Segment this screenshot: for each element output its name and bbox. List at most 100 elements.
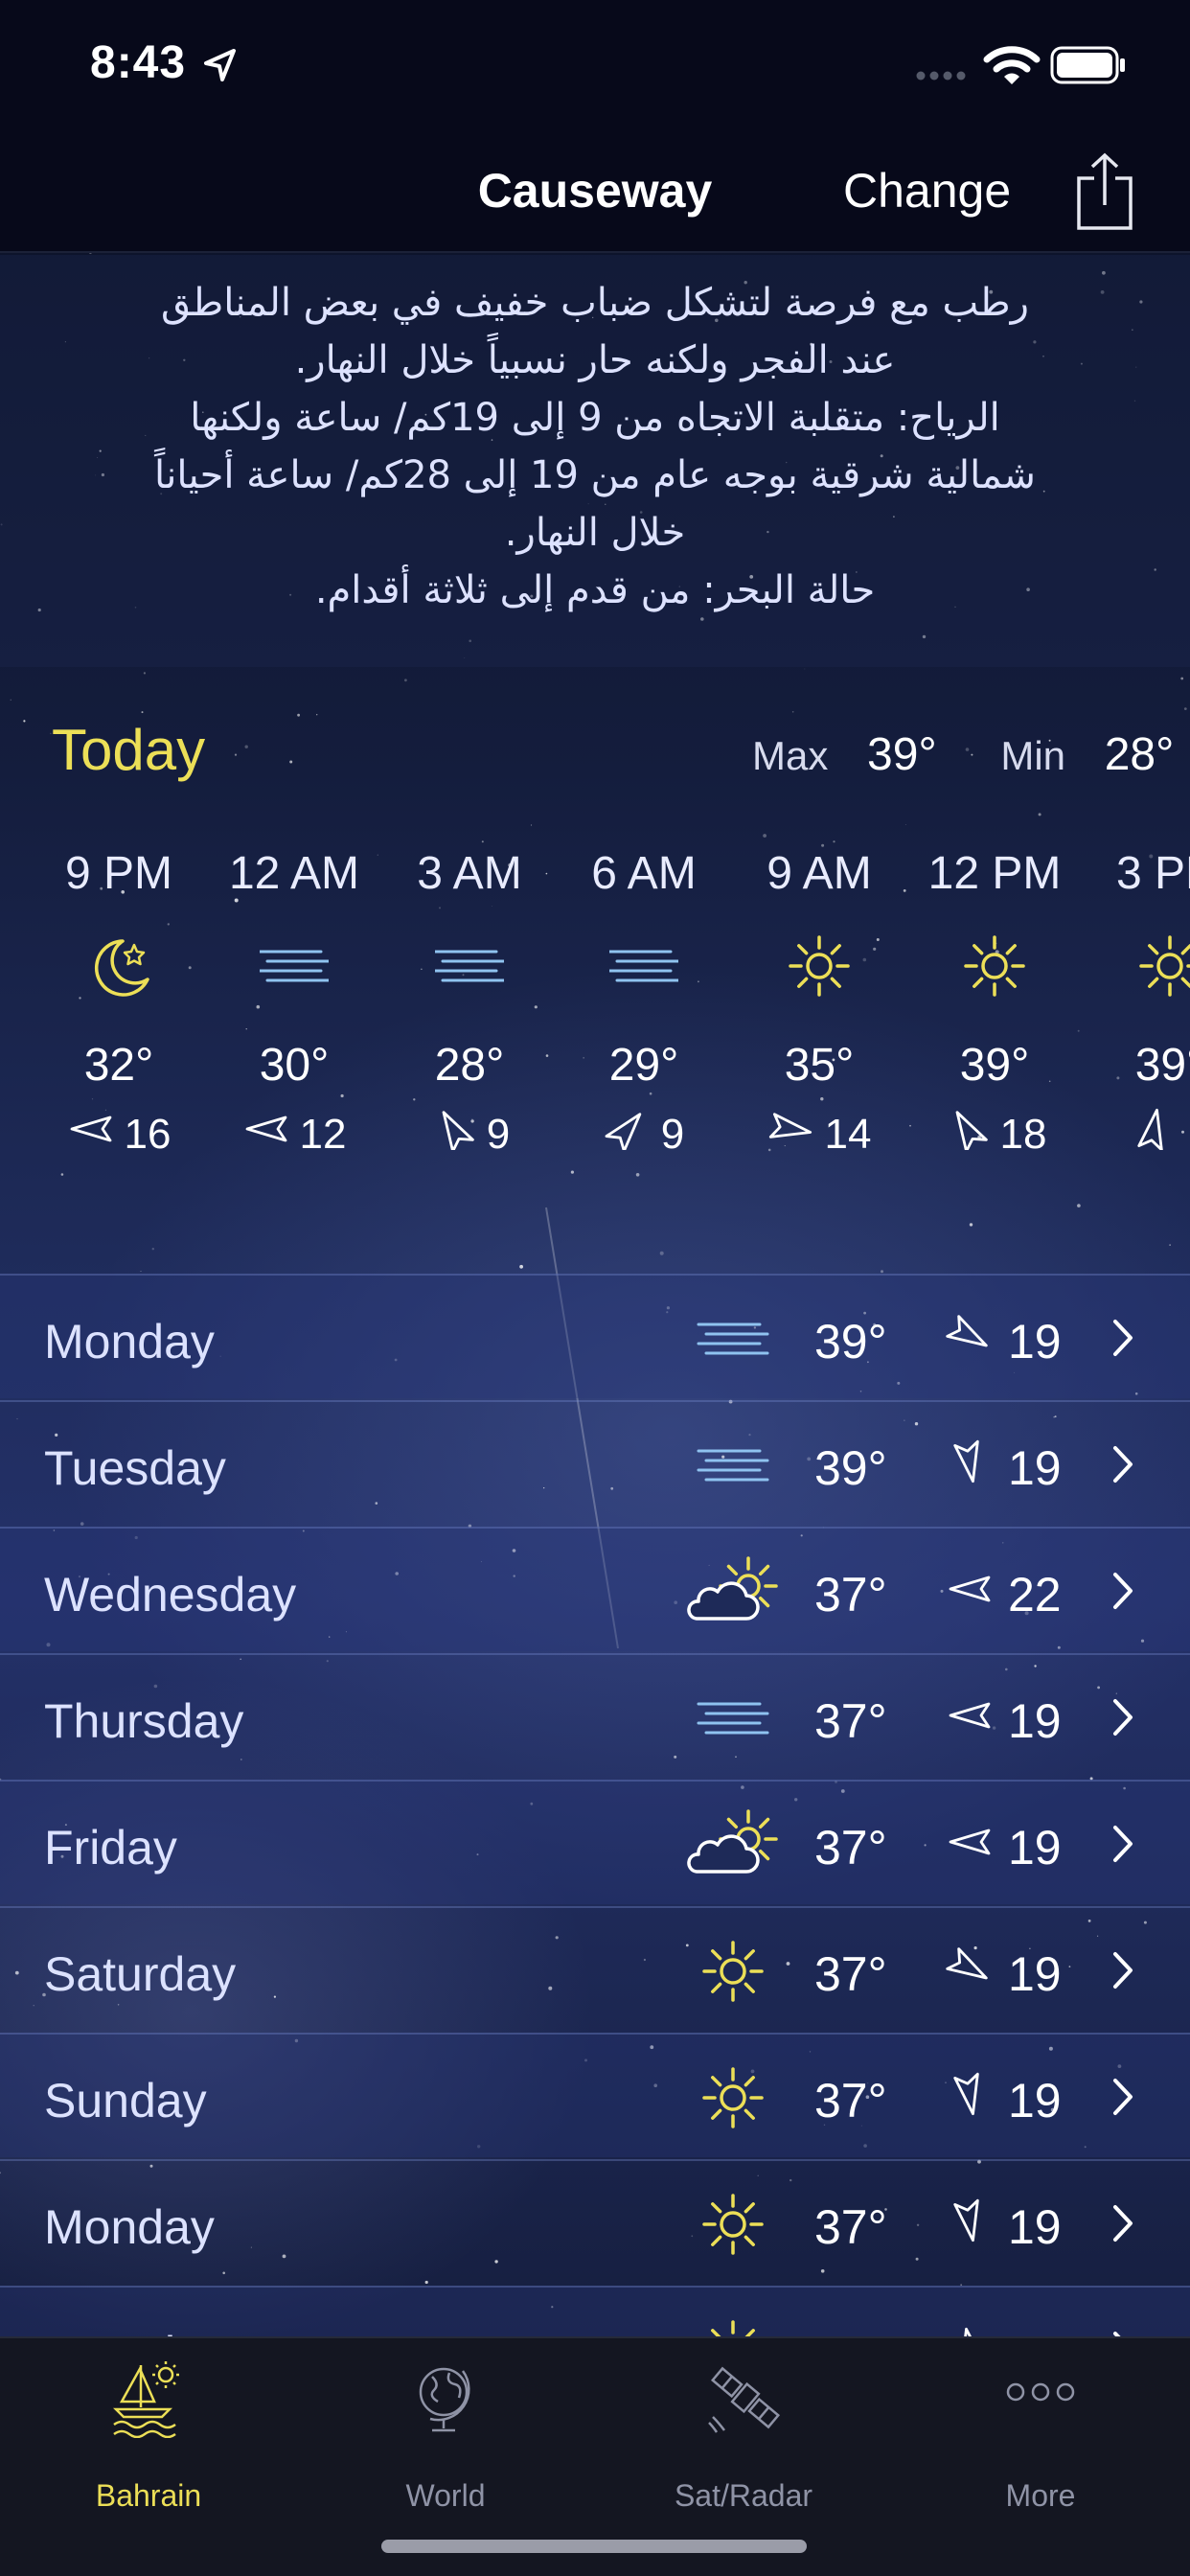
day-temp: 37° [814, 1947, 887, 2001]
hour-wind: 14 [733, 1108, 905, 1161]
globe-icon [419, 2367, 470, 2432]
change-location-button[interactable]: Change [843, 163, 1011, 218]
wifi-icon [983, 46, 1041, 84]
wind-direction-icon [946, 1315, 988, 1347]
tab-label: World [405, 2478, 486, 2513]
chevron-right-icon [1113, 1952, 1133, 1989]
sun-icon [702, 1941, 764, 2002]
day-wind-speed: 19 [1008, 1947, 1062, 2001]
daily-row[interactable]: Wednesday 37° 22 [0, 1527, 1190, 1651]
min-temp: 28° [1104, 729, 1175, 780]
hour-temp: 28° [434, 1040, 505, 1091]
wind-direction-icon [953, 2198, 979, 2242]
daily-row[interactable]: Friday 37° 19 [0, 1780, 1190, 1904]
daily-row[interactable]: Tuesday 39° 19 [0, 1400, 1190, 1525]
day-icon [685, 1682, 781, 1755]
hour-temp: 39° [1134, 1040, 1190, 1091]
tab-label: Sat/Radar [674, 2478, 813, 2513]
day-icon [685, 2061, 781, 2134]
tab-label: More [1005, 2478, 1076, 2513]
day-wind-speed: 22 [1008, 1568, 1062, 1622]
wind-direction-icon [949, 1576, 991, 1602]
daily-row[interactable]: Monday 39° 19 [0, 1274, 1190, 1398]
day-name: Saturday [44, 1947, 237, 2001]
sun-icon [702, 2067, 764, 2128]
hour-time: 12 AM [228, 848, 360, 899]
hour-wind-speed: 14 [824, 1110, 872, 1158]
day-icon [685, 1429, 781, 1502]
wind-direction-icon [605, 1113, 642, 1153]
day-temp: 39° [814, 1315, 887, 1368]
tab-label: Bahrain [95, 2478, 202, 2513]
forecast-line: رطب مع فرصة لتشكل ضباب خفيف في بعض المنا… [161, 281, 1029, 325]
hour-time: 12 PM [927, 848, 1062, 899]
day-temp: 37° [814, 2200, 887, 2254]
day-name: Thursday [44, 1694, 244, 1748]
wind-direction-icon [955, 1111, 988, 1153]
day-name: Friday [44, 1821, 177, 1874]
day-wind-direction [944, 2196, 995, 2247]
hour-icon [785, 932, 854, 1000]
day-wind-direction [944, 1437, 995, 1488]
haze-icon [697, 1449, 769, 1482]
hour-time: 3 AM [417, 848, 522, 899]
day-wind-direction [944, 1563, 995, 1615]
daily-row[interactable]: Saturday 37° 19 [0, 1906, 1190, 2031]
wind-direction-icon [953, 2072, 979, 2116]
hour-icon [84, 932, 153, 1000]
location-arrow-icon [204, 49, 236, 81]
forecast-line: عند الفجر ولكنه حار نسبياً خلال النهار. [294, 338, 896, 382]
hour-icon [433, 932, 506, 1000]
day-icon [685, 1555, 781, 1628]
day-wind-direction [944, 1943, 995, 1994]
day-temp: 37° [814, 1568, 887, 1622]
hour-wind: 1 [1084, 1108, 1190, 1161]
chevron-right-icon [1113, 1699, 1133, 1736]
wind-direction-icon [768, 1113, 812, 1138]
hour-time: 9 AM [767, 848, 872, 899]
hour-temp: 32° [83, 1040, 154, 1091]
haze-icon [697, 1702, 769, 1735]
hour-temp: 39° [959, 1040, 1030, 1091]
battery-icon [1050, 46, 1125, 84]
moon-star-icon [94, 939, 149, 997]
hour-wind-speed: 18 [999, 1110, 1047, 1158]
day-wind-speed: 19 [1008, 1821, 1062, 1874]
wind-direction-icon [245, 1116, 286, 1142]
day-icon [685, 1302, 781, 1375]
wind-direction-icon [949, 1828, 991, 1855]
daily-row[interactable]: Monday 37° 19 [0, 2159, 1190, 2284]
hour-temp: 30° [259, 1040, 330, 1091]
today-heading: Today [52, 718, 206, 782]
chevron-right-icon [1113, 1320, 1133, 1356]
haze-icon [433, 950, 506, 982]
day-wind-speed: 19 [1008, 2074, 1062, 2128]
signal-dots-icon [916, 71, 966, 80]
day-temp: 37° [814, 2074, 887, 2128]
chevron-right-icon [1113, 1446, 1133, 1483]
status-time: 8:43 [90, 37, 187, 88]
daily-row[interactable]: Sunday 37° 19 [0, 2033, 1190, 2157]
forecast-description: رطب مع فرصة لتشكل ضباب خفيف في بعض المنا… [38, 274, 1152, 619]
home-indicator [381, 2540, 807, 2553]
hour-time: 3 PM [1115, 848, 1190, 899]
hour-wind: 16 [33, 1108, 205, 1161]
sun-icon [702, 2194, 764, 2255]
day-name: Monday [44, 2200, 215, 2254]
day-wind-speed: 19 [1008, 2200, 1062, 2254]
daily-row[interactable]: Thursday 37° 19 [0, 1653, 1190, 1778]
day-icon [685, 1935, 781, 2008]
hour-temp: 29° [608, 1040, 679, 1091]
min-label: Min [1000, 733, 1066, 778]
sun-icon [1139, 935, 1190, 997]
haze-icon [258, 950, 331, 982]
share-icon[interactable] [1073, 151, 1136, 232]
hour-wind: 9 [383, 1108, 556, 1161]
wind-direction-icon [70, 1116, 111, 1142]
hour-time: 6 AM [591, 848, 697, 899]
hour-icon [1135, 932, 1190, 1000]
hour-wind: 9 [558, 1108, 730, 1161]
partly-cloudy-icon [687, 1556, 778, 1621]
chevron-right-icon [1113, 2205, 1133, 2242]
hour-time: 9 PM [64, 848, 173, 899]
